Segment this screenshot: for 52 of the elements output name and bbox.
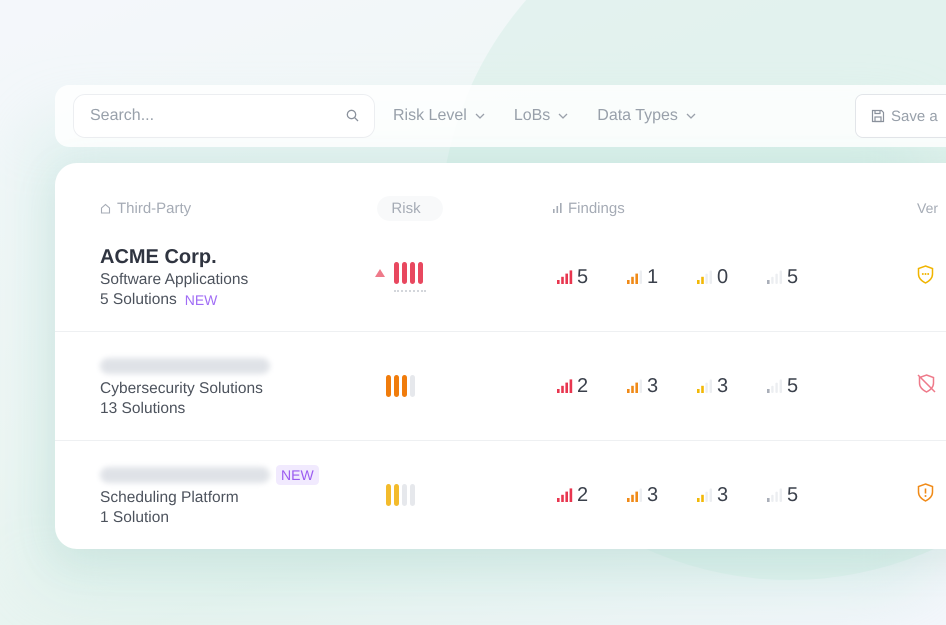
search-field[interactable]: Search... (73, 94, 375, 138)
category-text: Cybersecurity Solutions (100, 380, 264, 398)
home-icon (100, 202, 111, 214)
finding-count: 3 (717, 374, 728, 398)
filter-dropdown[interactable]: LoBs (514, 107, 568, 125)
column-header[interactable]: Findings (568, 200, 625, 216)
save-button[interactable]: Save a (855, 94, 946, 138)
signal-bars-icon (627, 270, 643, 284)
finding-count: 5 (787, 374, 798, 398)
new-badge: NEW (276, 465, 319, 485)
signal-bars-icon (767, 379, 783, 393)
chevron-down-icon (474, 113, 485, 119)
signal-bars-icon (697, 379, 713, 393)
search-icon (346, 109, 359, 122)
column-header[interactable]: Ver (917, 200, 938, 216)
signal-bars-icon (767, 488, 783, 502)
finding-count: 2 (577, 374, 588, 398)
signal-bars-icon (627, 379, 643, 393)
bar-chart-icon (553, 203, 562, 213)
solutions-count: 5 Solutions (100, 290, 177, 308)
column-header[interactable]: Risk (377, 196, 443, 220)
shield-dots-icon (917, 265, 934, 284)
solutions-count: 13 Solutions (100, 400, 186, 418)
finding-count: 5 (787, 266, 798, 288)
finding-count: 3 (647, 484, 658, 506)
filter-dropdown[interactable]: Data Types (597, 107, 696, 125)
signal-bars-icon (697, 488, 713, 502)
company-name[interactable]: ACME Corp. (100, 246, 217, 268)
signal-bars-icon (557, 488, 573, 502)
category-text: Software Applications (100, 270, 250, 288)
solutions-count: 1 Solution (100, 509, 169, 527)
shield-off-icon (917, 374, 936, 393)
signal-bars-icon (627, 488, 643, 502)
finding-count: 3 (647, 374, 658, 398)
finding-count: 0 (717, 266, 728, 288)
signal-bars-icon (697, 270, 713, 284)
dotted-underline (394, 290, 426, 292)
chevron-down-icon (686, 113, 696, 119)
finding-count: 5 (787, 484, 798, 506)
signal-bars-icon (557, 270, 573, 284)
finding-count: 2 (577, 484, 588, 506)
finding-count: 5 (577, 266, 588, 288)
new-label: NEW (184, 292, 218, 308)
shield-exclamation-icon (917, 483, 934, 502)
category-text: Scheduling Platform (100, 489, 240, 507)
signal-bars-icon (767, 270, 783, 284)
filter-dropdown[interactable]: Risk Level (393, 107, 485, 125)
signal-bars-icon (557, 379, 573, 393)
column-header[interactable]: Third-Party (117, 200, 192, 216)
finding-count: 3 (717, 484, 728, 506)
chevron-down-icon (558, 113, 568, 119)
finding-count: 1 (647, 266, 658, 288)
